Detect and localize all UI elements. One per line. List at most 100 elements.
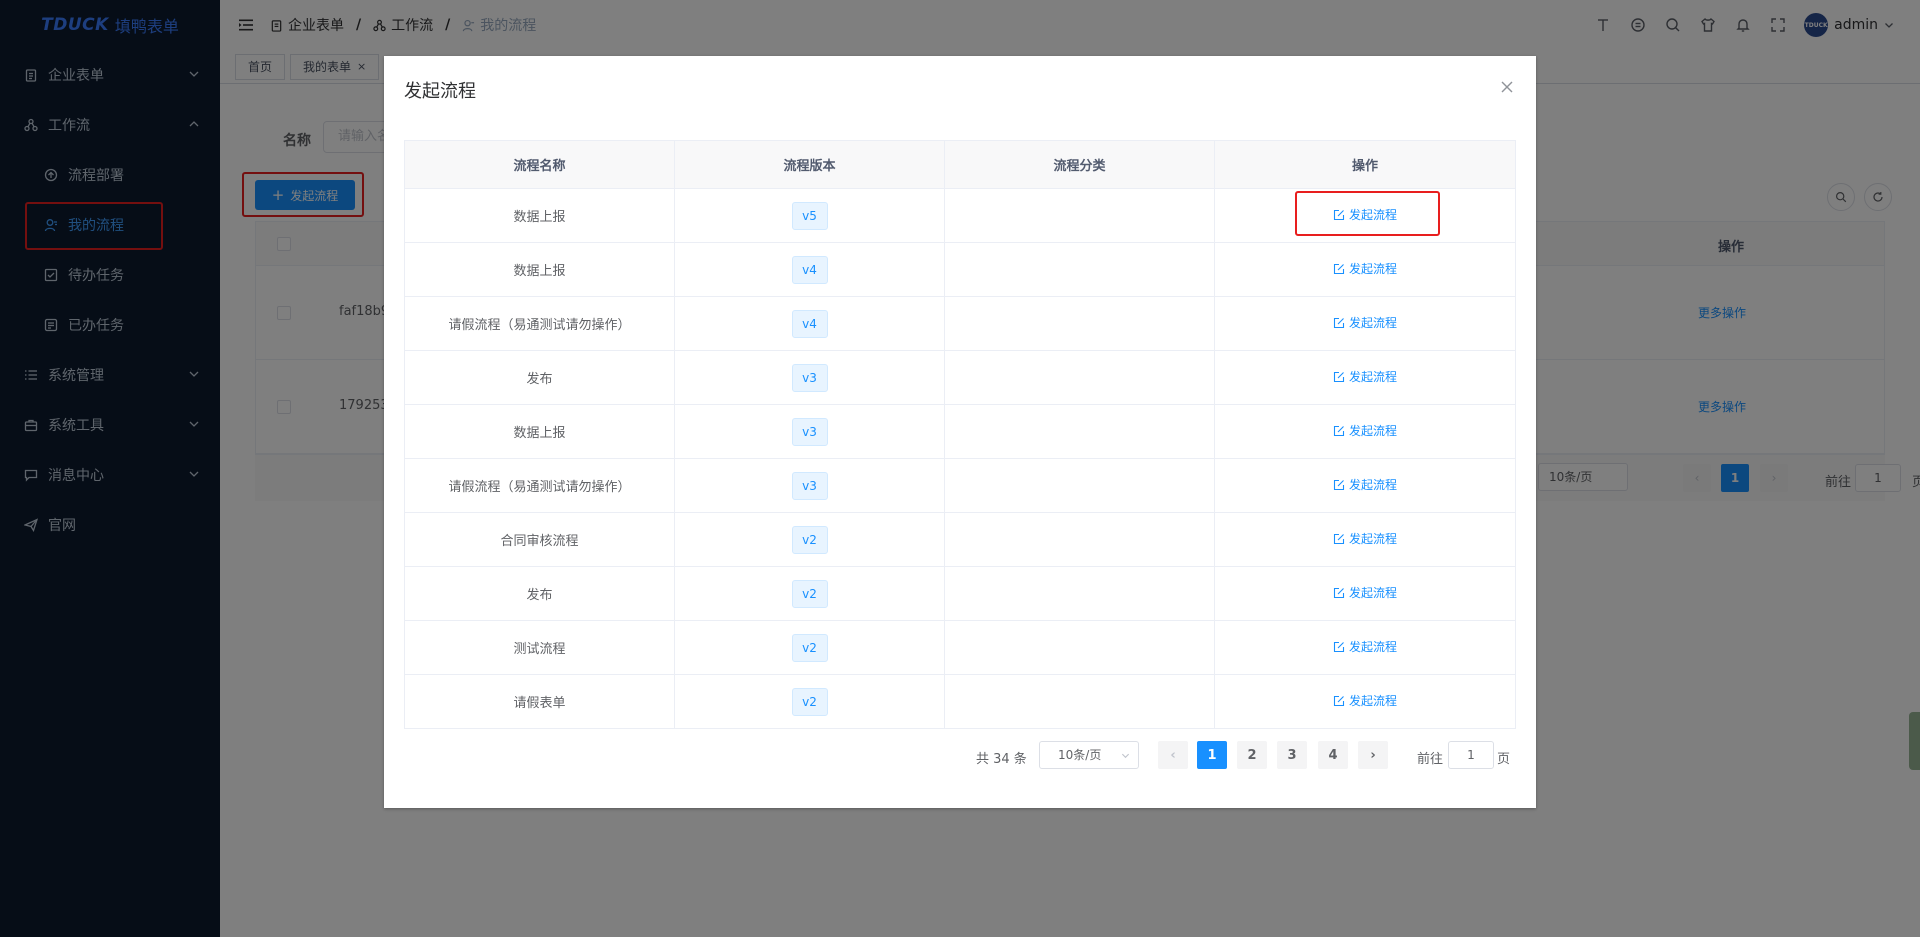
start-process-link[interactable]: 发起流程	[1333, 530, 1397, 547]
process-version-cell: v3	[674, 350, 945, 405]
link-label: 发起流程	[1348, 478, 1397, 493]
version-tag: v5	[791, 201, 828, 230]
start-process-link[interactable]: 发起流程	[1333, 584, 1397, 601]
table-header-row: 流程名称 流程版本 流程分类 操作	[404, 140, 1516, 189]
process-operation-cell: 发起流程	[1214, 566, 1516, 621]
page-button-2[interactable]: 2	[1237, 741, 1267, 769]
edit-icon	[1333, 587, 1345, 598]
goto-label: 前往	[1417, 752, 1444, 767]
link-label: 发起流程	[1348, 316, 1397, 331]
process-version-cell: v2	[674, 620, 945, 675]
process-operation-cell: 发起流程	[1214, 404, 1516, 459]
process-name: 请假流程（易通测试请勿操作）	[404, 296, 675, 351]
process-name: 合同审核流程	[404, 512, 675, 567]
start-process-link[interactable]: 发起流程	[1333, 206, 1397, 223]
start-process-link[interactable]: 发起流程	[1333, 422, 1397, 439]
start-process-dialog: 发起流程 流程名称 流程版本 流程分类 操作 数据上报 v5 发起流程 数据上报 v4 发…	[384, 56, 1536, 808]
column-header-name: 流程名称	[404, 140, 675, 189]
edit-icon	[1333, 371, 1345, 382]
process-name: 请假表单	[404, 674, 675, 729]
page-suffix: 页	[1497, 752, 1511, 767]
table-row: 数据上报 v4 发起流程	[404, 242, 1516, 297]
process-name: 数据上报	[404, 404, 675, 459]
process-category	[944, 512, 1215, 567]
prev-page-button[interactable]: ‹	[1158, 741, 1188, 769]
version-tag: v4	[791, 255, 828, 284]
process-version-cell: v2	[674, 674, 945, 729]
link-label: 发起流程	[1348, 640, 1397, 655]
process-name: 请假流程（易通测试请勿操作）	[404, 458, 675, 513]
process-operation-cell: 发起流程	[1214, 674, 1516, 729]
table-row: 发布 v3 发起流程	[404, 350, 1516, 405]
process-name: 数据上报	[404, 242, 675, 297]
dialog-title: 发起流程	[404, 81, 476, 102]
process-category	[944, 458, 1215, 513]
version-tag: v2	[791, 525, 828, 554]
edit-icon	[1333, 209, 1345, 220]
process-operation-cell: 发起流程	[1214, 458, 1516, 513]
start-process-link[interactable]: 发起流程	[1333, 692, 1397, 709]
page-button-3[interactable]: 3	[1277, 741, 1307, 769]
process-version-cell: v3	[674, 458, 945, 513]
page-size-select[interactable]: 10条/页	[1039, 741, 1139, 769]
version-tag: v4	[791, 309, 828, 338]
process-category	[944, 242, 1215, 297]
edit-icon	[1333, 641, 1345, 652]
process-category	[944, 674, 1215, 729]
process-version-cell: v3	[674, 404, 945, 459]
link-label: 发起流程	[1348, 586, 1397, 601]
chevron-down-icon	[1121, 753, 1130, 759]
version-tag: v3	[791, 471, 828, 500]
edit-icon	[1333, 533, 1345, 544]
process-operation-cell: 发起流程	[1214, 512, 1516, 567]
next-page-button[interactable]: ›	[1358, 741, 1388, 769]
table-row: 发布 v2 发起流程	[404, 566, 1516, 621]
table-row: 请假流程（易通测试请勿操作） v3 发起流程	[404, 458, 1516, 513]
start-process-link[interactable]: 发起流程	[1333, 638, 1397, 655]
process-category	[944, 350, 1215, 405]
edit-icon	[1333, 479, 1345, 490]
process-version-cell: v4	[674, 296, 945, 351]
start-process-link[interactable]: 发起流程	[1333, 368, 1397, 385]
process-version-cell: v5	[674, 188, 945, 243]
edit-icon	[1333, 425, 1345, 436]
start-process-link[interactable]: 发起流程	[1333, 314, 1397, 331]
table-row: 数据上报 v3 发起流程	[404, 404, 1516, 459]
process-category	[944, 188, 1215, 243]
start-process-link[interactable]: 发起流程	[1333, 260, 1397, 277]
link-label: 发起流程	[1348, 370, 1397, 385]
page-button-4[interactable]: 4	[1318, 741, 1348, 769]
table-row: 请假流程（易通测试请勿操作） v4 发起流程	[404, 296, 1516, 351]
page-button-1[interactable]: 1	[1197, 741, 1227, 769]
side-widget[interactable]	[1909, 712, 1920, 770]
process-operation-cell: 发起流程	[1214, 296, 1516, 351]
table-row: 数据上报 v5 发起流程	[404, 188, 1516, 243]
total-count: 共 34 条	[976, 752, 1027, 767]
close-icon[interactable]	[1500, 80, 1514, 94]
version-tag: v3	[791, 363, 828, 392]
table-row: 请假表单 v2 发起流程	[404, 674, 1516, 729]
link-label: 发起流程	[1348, 208, 1397, 223]
process-name: 发布	[404, 350, 675, 405]
column-header-category: 流程分类	[944, 140, 1215, 189]
edit-icon	[1333, 263, 1345, 274]
table-row: 合同审核流程 v2 发起流程	[404, 512, 1516, 567]
table-row: 测试流程 v2 发起流程	[404, 620, 1516, 675]
process-version-cell: v4	[674, 242, 945, 297]
page-size-value: 10条/页	[1058, 748, 1102, 762]
process-operation-cell: 发起流程	[1214, 242, 1516, 297]
edit-icon	[1333, 317, 1345, 328]
process-operation-cell: 发起流程	[1214, 620, 1516, 675]
process-version-cell: v2	[674, 512, 945, 567]
process-category	[944, 404, 1215, 459]
process-category	[944, 620, 1215, 675]
start-process-link[interactable]: 发起流程	[1333, 476, 1397, 493]
column-header-operation: 操作	[1214, 140, 1516, 189]
process-definition-table: 流程名称 流程版本 流程分类 操作 数据上报 v5 发起流程 数据上报 v4 发起流程 请假…	[404, 140, 1516, 729]
process-category	[944, 296, 1215, 351]
process-name: 数据上报	[404, 188, 675, 243]
version-tag: v3	[791, 417, 828, 446]
column-header-version: 流程版本	[674, 140, 945, 189]
link-label: 发起流程	[1348, 694, 1397, 709]
goto-input[interactable]: 1	[1448, 741, 1494, 769]
